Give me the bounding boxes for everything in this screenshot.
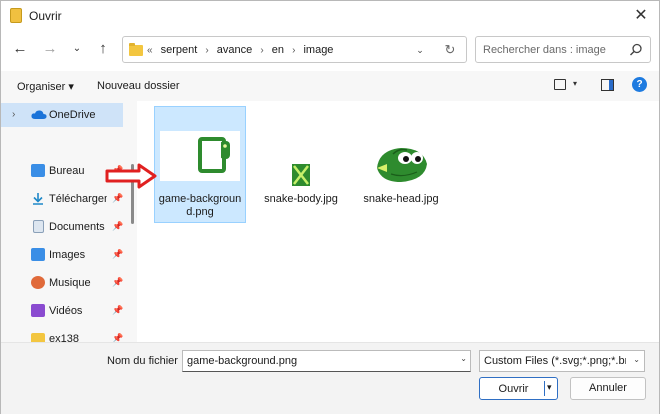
sidebar-item-images[interactable]: Images 📌 [1,243,123,267]
file-type-value: Custom Files (*.svg;*.png;*.bmp; [484,355,626,367]
file-type-select[interactable]: Custom Files (*.svg;*.png;*.bmp; ⌄ [479,350,645,372]
videos-icon [31,304,45,317]
sidebar-item-label: Images [49,249,86,261]
up-arrow-icon[interactable]: ↑ [93,39,113,59]
split-divider [544,381,545,396]
preview-pane-icon[interactable] [601,79,614,91]
pin-icon: 📌 [112,193,124,203]
back-arrow-icon[interactable]: ← [10,39,30,59]
folder-icon [31,333,45,342]
download-icon [33,193,43,205]
breadcrumb-item-en[interactable]: en [272,44,284,56]
desktop-icon [31,164,45,177]
cloud-icon [31,110,47,119]
sidebar-item-videos[interactable]: Vidéos 📌 [1,299,123,323]
help-icon[interactable]: ? [632,77,647,92]
recent-locations-chevron-icon[interactable]: ⌄ [67,39,87,59]
sidebar-item-ex138[interactable]: ex138 📌 [1,327,123,342]
breadcrumb-item-avance[interactable]: avance [217,44,252,56]
folder-icon [129,43,143,56]
view-dropdown-icon[interactable]: ▾ [573,79,577,88]
file-list-view: game-background.png snake-body.jpg snake… [138,101,659,342]
open-file-dialog: Ouvrir ✕ ← → ⌄ ↑ « serpent › avance › en… [0,0,660,414]
breadcrumb: « serpent › avance › en › image [147,44,338,56]
organize-button[interactable]: Organiser ▾ [17,80,74,93]
sidebar-item-label: Vidéos [49,305,83,317]
breadcrumb-item-serpent[interactable]: serpent [161,44,198,56]
open-button[interactable]: Ouvrir ▾ [479,377,558,400]
snake-head-thumbnail [373,140,429,188]
sidebar-item-telechargements[interactable]: Téléchargem 📌 [1,187,123,211]
refresh-icon[interactable]: ↻ [441,41,459,59]
close-icon[interactable]: ✕ [631,6,651,26]
command-bar: Organiser ▾ Nouveau dossier ▾ ? [1,71,659,101]
new-folder-button[interactable]: Nouveau dossier [97,80,180,92]
pin-icon: 📌 [112,277,124,287]
pin-icon: 📌 [112,305,124,315]
file-item-snake-body[interactable]: snake-body.jpg [260,106,342,223]
expand-chevron-icon[interactable]: › [12,109,15,120]
search-input[interactable]: Rechercher dans : image [483,44,606,56]
address-dropdown-icon[interactable]: ⌄ [412,41,428,59]
breadcrumb-separator[interactable]: › [260,45,263,56]
cancel-button[interactable]: Annuler [570,377,646,400]
navigation-pane: › OneDrive Bureau 📌 Téléchargem 📌 Docume… [1,101,137,342]
breadcrumb-overflow[interactable]: « [147,45,153,56]
filename-label: Nom du fichier : [107,355,185,367]
address-bar[interactable]: « serpent › avance › en › image ⌄ ↻ [122,36,467,63]
file-type-dropdown-icon[interactable]: ⌄ [633,355,640,364]
title-bar: Ouvrir ✕ [1,1,659,31]
navigation-bar: ← → ⌄ ↑ « serpent › avance › en › image … [1,31,659,69]
sidebar-item-label: OneDrive [49,109,96,121]
filename-dropdown-icon[interactable]: ⌄ [460,354,467,363]
images-icon [31,248,45,261]
open-dropdown-icon[interactable]: ▾ [547,382,552,393]
app-icon [10,8,22,23]
filename-field[interactable]: game-background.png ⌄ [182,350,471,372]
snake-body-thumbnail [292,164,310,186]
sidebar-item-label: Téléchargem [49,193,107,205]
search-box[interactable]: Rechercher dans : image [475,36,651,63]
file-name: snake-head.jpg [363,193,439,205]
window-title: Ouvrir [29,9,62,23]
pin-icon: 📌 [112,221,124,231]
dialog-footer: Nom du fichier : game-background.png ⌄ C… [1,342,659,414]
view-mode-icon[interactable] [554,79,566,90]
sidebar-item-onedrive[interactable]: › OneDrive [1,103,123,127]
music-icon [31,276,45,289]
search-icon[interactable] [628,42,644,58]
sidebar-item-label: Documents [49,221,105,233]
file-name: snake-body.jpg [264,193,338,205]
forward-arrow-icon[interactable]: → [40,39,60,59]
file-item-game-background[interactable]: game-background.png [154,106,246,223]
breadcrumb-separator[interactable]: › [292,45,295,56]
sidebar-item-label: Bureau [49,165,85,177]
open-button-label: Ouvrir [498,383,529,395]
file-name: game-background.png [158,193,242,218]
sidebar-item-label: Musique [49,277,91,289]
documents-icon [33,220,44,233]
red-arrow-annotation [105,163,157,189]
sidebar-item-musique[interactable]: Musique 📌 [1,271,123,295]
sidebar-item-label: ex138 [49,333,79,342]
breadcrumb-separator[interactable]: › [205,45,208,56]
file-item-snake-head[interactable]: snake-head.jpg [356,106,446,223]
pin-icon: 📌 [112,333,124,342]
breadcrumb-item-image[interactable]: image [303,44,333,56]
sidebar-item-documents[interactable]: Documents 📌 [1,215,123,239]
game-background-thumbnail [160,131,240,181]
filename-value: game-background.png [187,355,298,367]
pin-icon: 📌 [112,249,124,259]
